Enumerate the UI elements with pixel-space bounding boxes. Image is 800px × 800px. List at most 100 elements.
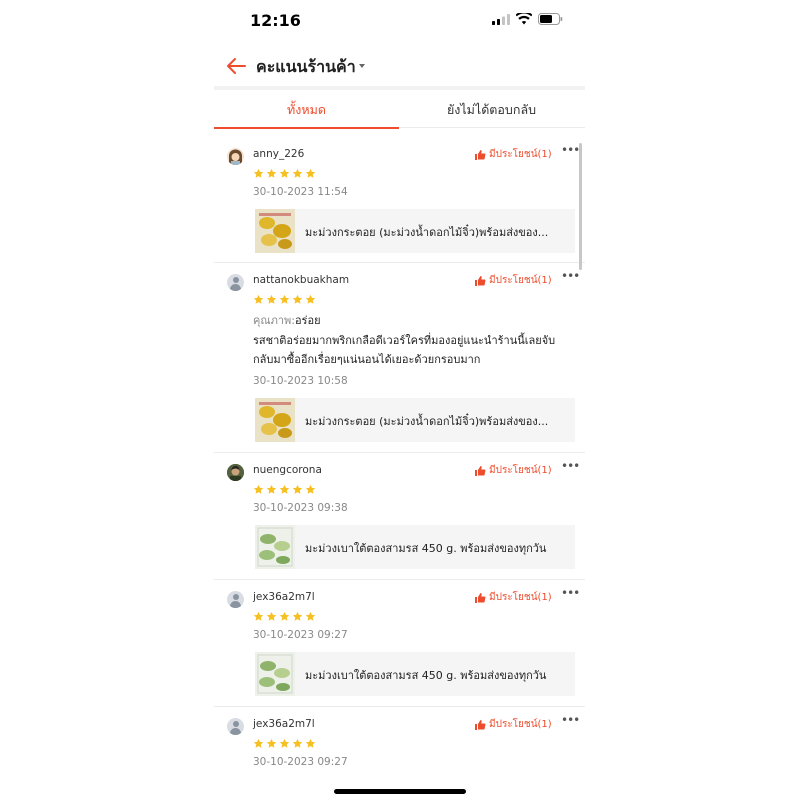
review-item: jex36a2m7l มีประโยชน์(1) ••• 30-10-2023 …: [214, 580, 585, 707]
thumbs-up-icon: [474, 275, 486, 287]
battery-icon: [538, 13, 563, 25]
star-icon: [292, 294, 303, 305]
review-date: 30-10-2023 09:27: [253, 756, 348, 768]
review-text: กลับมาซื้ออีกเรื่อยๆแน่นอนได้เยอะด้วยกรอ…: [253, 353, 481, 366]
star-icon: [279, 611, 290, 622]
review-list: anny_226 มีประโยชน์(1) ••• 30-10-2023 11…: [214, 137, 585, 797]
more-options-icon[interactable]: •••: [561, 269, 580, 283]
signal-icon: [492, 13, 510, 25]
product-name: มะม่วงกระตอย (มะม่วงน้ำดอกไม้จิ๋ว)พร้อมส…: [305, 226, 549, 239]
quality-value: อร่อย: [294, 314, 321, 327]
product-thumbnail: [255, 209, 295, 253]
star-icon: [292, 738, 303, 749]
status-bar: 12:16: [214, 0, 585, 44]
star-icon: [305, 484, 316, 495]
back-arrow-icon[interactable]: [224, 54, 248, 78]
phone-screen: 12:16 คะแนนร้านค้า ทั้งหมด ยังไม่ได้ตอบก…: [214, 0, 585, 800]
thumbs-up-icon: [474, 719, 486, 731]
star-icon: [253, 484, 264, 495]
star-icon: [266, 611, 277, 622]
review-item: nattanokbuakham มีประโยชน์(1) ••• คุณภาพ…: [214, 263, 585, 453]
star-icon: [279, 168, 290, 179]
tab-all[interactable]: ทั้งหมด: [214, 92, 399, 129]
product-thumbnail: [255, 652, 295, 696]
review-username[interactable]: jex36a2m7l: [253, 591, 315, 603]
star-icon: [253, 294, 264, 305]
status-time: 12:16: [250, 11, 301, 30]
helpful-button[interactable]: มีประโยชน์(1): [474, 717, 552, 732]
star-icon: [266, 168, 277, 179]
page-header: คะแนนร้านค้า: [214, 44, 585, 90]
star-icon: [279, 294, 290, 305]
tab-not-replied[interactable]: ยังไม่ได้ตอบกลับ: [399, 92, 584, 128]
star-rating: [253, 484, 316, 495]
star-rating: [253, 168, 316, 179]
product-card[interactable]: มะม่วงกระตอย (มะม่วงน้ำดอกไม้จิ๋ว)พร้อมส…: [255, 398, 575, 442]
thumbs-up-icon: [474, 149, 486, 161]
star-icon: [279, 484, 290, 495]
more-options-icon[interactable]: •••: [561, 586, 580, 600]
product-card[interactable]: มะม่วงเบาใต้ตองสามรส 450 g. พร้อมส่งของท…: [255, 652, 575, 696]
star-icon: [266, 738, 277, 749]
quality-label: คุณภาพ:: [253, 314, 295, 327]
helpful-button[interactable]: มีประโยชน์(1): [474, 463, 552, 478]
review-date: 30-10-2023 09:38: [253, 502, 348, 514]
product-card[interactable]: มะม่วงกระตอย (มะม่วงน้ำดอกไม้จิ๋ว)พร้อมส…: [255, 209, 575, 253]
more-options-icon[interactable]: •••: [561, 713, 580, 727]
user-avatar[interactable]: [227, 148, 244, 165]
star-icon: [305, 294, 316, 305]
star-icon: [253, 168, 264, 179]
helpful-label: มีประโยชน์(1): [489, 719, 552, 730]
star-rating: [253, 611, 316, 622]
review-username[interactable]: anny_226: [253, 148, 304, 160]
star-icon: [305, 168, 316, 179]
review-quality: คุณภาพ:อร่อย: [253, 311, 321, 330]
star-rating: [253, 738, 316, 749]
product-thumbnail: [255, 525, 295, 569]
product-thumbnail: [255, 398, 295, 442]
review-item: nuengcorona มีประโยชน์(1) ••• 30-10-2023…: [214, 453, 585, 580]
thumbs-up-icon: [474, 592, 486, 604]
user-avatar[interactable]: [227, 464, 244, 481]
review-username[interactable]: jex36a2m7l: [253, 718, 315, 730]
star-icon: [292, 611, 303, 622]
review-item: jex36a2m7l มีประโยชน์(1) ••• 30-10-2023 …: [214, 707, 585, 797]
more-options-icon[interactable]: •••: [561, 143, 580, 157]
helpful-label: มีประโยชน์(1): [489, 275, 552, 286]
product-card[interactable]: มะม่วงเบาใต้ตองสามรส 450 g. พร้อมส่งของท…: [255, 525, 575, 569]
scrollbar[interactable]: [579, 143, 582, 270]
default-avatar-icon[interactable]: [227, 591, 244, 608]
dropdown-caret-icon[interactable]: [359, 64, 365, 68]
home-indicator[interactable]: [334, 789, 466, 794]
star-icon: [266, 484, 277, 495]
review-username[interactable]: nattanokbuakham: [253, 274, 349, 286]
review-date: 30-10-2023 10:58: [253, 375, 348, 387]
star-icon: [266, 294, 277, 305]
helpful-button[interactable]: มีประโยชน์(1): [474, 147, 552, 162]
helpful-label: มีประโยชน์(1): [489, 592, 552, 603]
status-icons: [492, 13, 563, 25]
helpful-label: มีประโยชน์(1): [489, 465, 552, 476]
product-name: มะม่วงเบาใต้ตองสามรส 450 g. พร้อมส่งของท…: [305, 542, 547, 555]
helpful-label: มีประโยชน์(1): [489, 149, 552, 160]
product-name: มะม่วงกระตอย (มะม่วงน้ำดอกไม้จิ๋ว)พร้อมส…: [305, 415, 549, 428]
page-title[interactable]: คะแนนร้านค้า: [256, 55, 356, 80]
review-date: 30-10-2023 11:54: [253, 186, 348, 198]
review-date: 30-10-2023 09:27: [253, 629, 348, 641]
product-name: มะม่วงเบาใต้ตองสามรส 450 g. พร้อมส่งของท…: [305, 669, 547, 682]
star-icon: [253, 738, 264, 749]
default-avatar-icon[interactable]: [227, 718, 244, 735]
star-icon: [305, 611, 316, 622]
tab-bar: ทั้งหมด ยังไม่ได้ตอบกลับ: [214, 92, 585, 129]
default-avatar-icon[interactable]: [227, 274, 244, 291]
more-options-icon[interactable]: •••: [561, 459, 580, 473]
wifi-icon: [516, 13, 532, 25]
thumbs-up-icon: [474, 465, 486, 477]
review-text: รสชาติอร่อยมากพริกเกลือดีเวอร์ใครที่มองอ…: [253, 334, 556, 347]
star-icon: [292, 168, 303, 179]
review-item: anny_226 มีประโยชน์(1) ••• 30-10-2023 11…: [214, 137, 585, 263]
helpful-button[interactable]: มีประโยชน์(1): [474, 590, 552, 605]
review-username[interactable]: nuengcorona: [253, 464, 322, 476]
star-icon: [305, 738, 316, 749]
helpful-button[interactable]: มีประโยชน์(1): [474, 273, 552, 288]
